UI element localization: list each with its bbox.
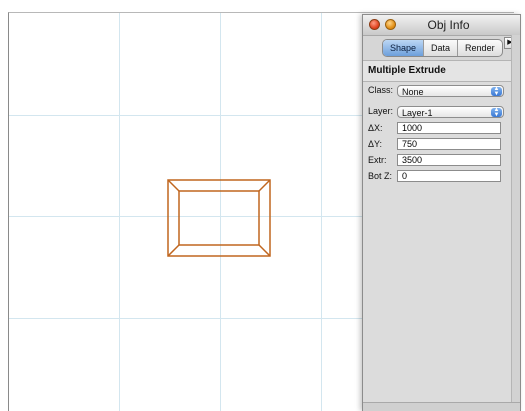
- extrude-label: Extr:: [368, 155, 387, 165]
- tab-render[interactable]: Render: [458, 40, 502, 56]
- delta-y-label: ΔY:: [368, 139, 383, 149]
- palette-titlebar[interactable]: Obj Info: [363, 15, 520, 36]
- bottom-z-field[interactable]: 0: [397, 170, 501, 182]
- extrude-field[interactable]: 3500: [397, 154, 501, 166]
- grid-line: [321, 13, 322, 411]
- grid-line: [119, 13, 120, 411]
- palette-scrollbar[interactable]: [511, 35, 520, 411]
- class-label: Class:: [368, 85, 394, 95]
- layer-label: Layer:: [368, 106, 394, 116]
- obj-info-palette: Obj Info Shape Data Render ▶ Multiple Ex…: [362, 14, 521, 411]
- class-value: None: [402, 87, 424, 97]
- properties-panel: Class: None ▲ ▼ Layer: Layer-1 ▲ ▼ ΔX: 100…: [363, 82, 520, 411]
- tab-data[interactable]: Data: [424, 40, 459, 56]
- tab-group: Shape Data Render: [382, 39, 503, 57]
- delta-x-field[interactable]: 1000: [397, 122, 501, 134]
- layer-value: Layer-1: [402, 108, 433, 118]
- layer-popup[interactable]: Layer-1 ▲ ▼: [397, 106, 504, 118]
- delta-y-field[interactable]: 750: [397, 138, 501, 150]
- multiple-extrude-shape[interactable]: [167, 179, 271, 257]
- object-type-heading: Multiple Extrude: [363, 60, 520, 82]
- delta-x-label: ΔX:: [368, 123, 383, 133]
- palette-title: Obj Info: [427, 18, 470, 32]
- popup-arrows-icon: ▲ ▼: [491, 86, 502, 97]
- class-popup[interactable]: None ▲ ▼: [397, 85, 504, 97]
- popup-arrows-icon: ▲ ▼: [491, 107, 502, 118]
- tab-shape[interactable]: Shape: [383, 40, 425, 56]
- tabs-row: Shape Data Render ▶: [363, 36, 520, 60]
- bottom-z-label: Bot Z:: [368, 171, 393, 181]
